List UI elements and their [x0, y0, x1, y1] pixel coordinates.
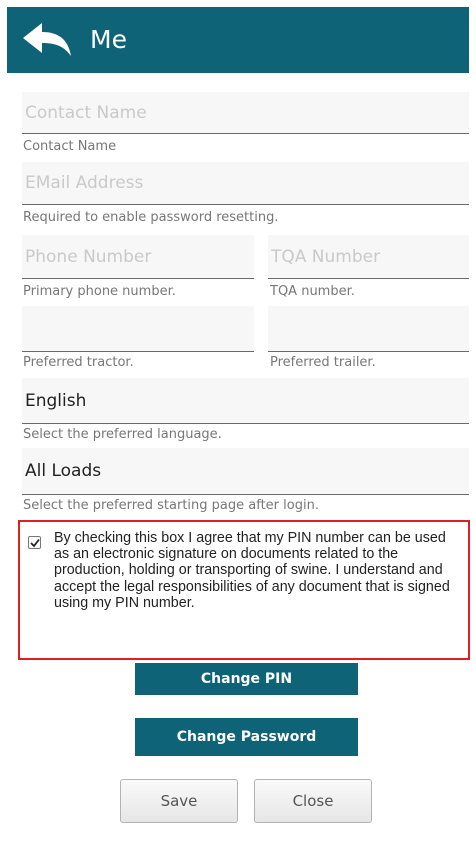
tractor-input[interactable]: [22, 306, 254, 352]
tqa-hint: TQA number.: [270, 284, 355, 299]
back-button[interactable]: [21, 21, 73, 59]
checkmark-icon: [30, 538, 40, 548]
start-page-select[interactable]: All Loads: [22, 448, 469, 495]
language-select[interactable]: English: [22, 378, 469, 424]
start-page-value: All Loads: [25, 461, 102, 481]
trailer-hint: Preferred trailer.: [270, 355, 376, 370]
email-input[interactable]: [22, 162, 469, 205]
trailer-input[interactable]: [268, 306, 469, 352]
change-pin-button[interactable]: Change PIN: [135, 663, 358, 695]
contact-name-input[interactable]: [22, 92, 469, 134]
email-hint: Required to enable password resetting.: [23, 210, 279, 225]
close-button[interactable]: Close: [254, 779, 372, 823]
language-value: English: [25, 391, 87, 411]
language-hint: Select the preferred language.: [23, 427, 222, 442]
save-button[interactable]: Save: [120, 779, 238, 823]
tractor-hint: Preferred tractor.: [23, 355, 134, 370]
phone-hint: Primary phone number.: [23, 284, 176, 299]
agreement-checkbox[interactable]: [28, 536, 41, 549]
back-arrow-icon: [23, 23, 71, 56]
tqa-input[interactable]: [268, 235, 469, 279]
agreement-text: By checking this box I agree that my PIN…: [54, 530, 450, 611]
contact-name-hint: Contact Name: [23, 139, 117, 154]
start-page-hint: Select the preferred starting page after…: [23, 498, 319, 513]
phone-input[interactable]: [22, 235, 254, 279]
agreement-box: By checking this box I agree that my PIN…: [18, 520, 470, 660]
change-password-button[interactable]: Change Password: [135, 718, 358, 756]
app-header: Me: [7, 7, 469, 73]
page-title: Me: [90, 25, 127, 54]
